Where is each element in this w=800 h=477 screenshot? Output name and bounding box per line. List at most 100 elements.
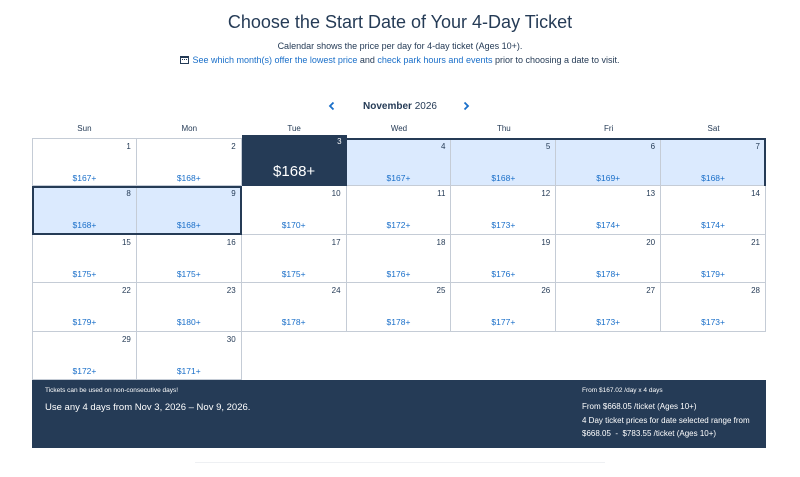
calendar-day-1[interactable]: 1 $167+ — [32, 138, 137, 187]
day-number: 10 — [331, 189, 341, 199]
day-price: $175+ — [281, 268, 306, 279]
calendar-day-14[interactable]: 14 $174+ — [661, 186, 766, 235]
calendar-grid: 1 $167+ 2 $168+ 3 $168+ 4 $167+ 5 $168+ 6 $169+ 7 $16… — [32, 135, 766, 380]
day-number: 29 — [121, 334, 131, 344]
day-number: 28 — [751, 286, 760, 296]
day-price: $171+ — [176, 365, 201, 376]
day-number: 11 — [437, 189, 446, 199]
day-price: $168+ — [701, 173, 725, 183]
day-number: 18 — [436, 237, 446, 247]
range-price-value: $668.05 - $783.55 /ticket (Ages 10+) — [582, 429, 717, 438]
day-number: 4 — [440, 142, 446, 151]
day-number: 13 — [646, 189, 656, 199]
calendar-icon — [180, 56, 190, 64]
calendar-day-8[interactable]: 8 $168+ — [32, 186, 137, 235]
day-number: 24 — [331, 286, 341, 296]
calendar-day-5[interactable]: 5 $168+ — [451, 138, 557, 187]
weekday-wed: Wed — [390, 124, 408, 133]
day-price: $175+ — [176, 268, 201, 279]
calendar-day-29[interactable]: 29 $172+ — [32, 331, 137, 380]
day-price: $173+ — [701, 317, 725, 328]
day-number: 27 — [646, 286, 656, 296]
calendar-day-25[interactable]: 25 $178+ — [346, 283, 452, 332]
calendar-day-21[interactable]: 21 $179+ — [661, 234, 766, 284]
calendar-day-20[interactable]: 20 $178+ — [556, 234, 662, 284]
day-price: $167+ — [72, 173, 97, 183]
page-title: Choose the Start Date of Your 4-Day Tick… — [227, 12, 573, 32]
calendar-day-7[interactable]: 7 $168+ — [661, 138, 766, 187]
day-number: 15 — [121, 237, 131, 247]
calendar-day-19[interactable]: 19 $176+ — [451, 234, 557, 284]
day-number: 8 — [126, 189, 131, 199]
day-price: $175+ — [72, 268, 97, 279]
day-number: 21 — [751, 237, 760, 247]
day-price: $173+ — [596, 317, 621, 328]
weekday-header: Sun Mon Tue Wed Thu Fri Sat — [32, 124, 766, 138]
day-number: 5 — [545, 142, 551, 151]
calendar-day-23[interactable]: 23 $180+ — [136, 283, 242, 332]
day-number: 12 — [541, 189, 551, 199]
day-price: $174+ — [701, 220, 725, 231]
day-number: 26 — [541, 286, 551, 296]
calendar-day-17[interactable]: 17 $175+ — [241, 234, 347, 284]
calendar-day-6[interactable]: 6 $169+ — [556, 138, 662, 187]
after-text: prior to choosing a date to visit. — [492, 55, 620, 65]
range-outline — [32, 232, 242, 235]
calendar-day-3[interactable]: 3 $168+ — [241, 135, 347, 187]
day-number: 6 — [650, 142, 656, 151]
calendar-day-11[interactable]: 11 $172+ — [346, 186, 452, 235]
day-number: 30 — [226, 334, 236, 344]
range-outline — [346, 138, 766, 140]
calendar-day-4[interactable]: 4 $167+ — [346, 138, 452, 187]
weekday-tue: Tue — [287, 124, 301, 133]
day-price: $178+ — [596, 268, 621, 279]
day-price: $179+ — [701, 268, 725, 279]
calendar-day-18[interactable]: 18 $176+ — [346, 234, 452, 284]
month-name: November — [363, 101, 412, 112]
day-price: $178+ — [386, 317, 411, 328]
day-price: $174+ — [596, 220, 621, 231]
range-price-label: 4 Day ticket prices for date selected ra… — [582, 416, 750, 425]
day-price: $168+ — [491, 173, 516, 183]
price-explanation: Calendar shows the price per day for 4-d… — [277, 41, 523, 51]
lowest-price-link[interactable]: See which month(s) offer the lowest pric… — [192, 55, 357, 65]
calendar-day-10[interactable]: 10 $170+ — [241, 186, 347, 235]
calendar-day-16[interactable]: 16 $175+ — [136, 234, 242, 284]
day-price: $179+ — [72, 317, 97, 328]
calendar-day-12[interactable]: 12 $173+ — [451, 186, 557, 235]
month-title: November 2026 — [0, 101, 800, 112]
day-number: 16 — [226, 237, 236, 247]
day-number: 9 — [231, 189, 236, 199]
day-price: $172+ — [72, 365, 97, 376]
day-number: 20 — [646, 237, 656, 247]
day-number: 7 — [755, 142, 760, 151]
calendar-day-26[interactable]: 26 $177+ — [451, 283, 557, 332]
calendar-day-22[interactable]: 22 $179+ — [32, 283, 137, 332]
calendar-day-9[interactable]: 9 $168+ — [136, 186, 242, 235]
helper-links: See which month(s) offer the lowest pric… — [0, 55, 800, 65]
weekday-sat: Sat — [707, 124, 720, 133]
day-price: $168+ — [176, 173, 201, 183]
day-price: $173+ — [491, 220, 516, 231]
day-price: $168+ — [273, 163, 316, 180]
calendar-day-24[interactable]: 24 $178+ — [241, 283, 347, 332]
calendar-day-2[interactable]: 2 $168+ — [136, 138, 242, 187]
day-price: $170+ — [281, 220, 306, 231]
calendar-day-30[interactable]: 30 $171+ — [136, 331, 242, 380]
day-price: $172+ — [386, 220, 411, 231]
park-hours-link[interactable]: check park hours and events — [377, 55, 492, 65]
calendar-day-27[interactable]: 27 $173+ — [556, 283, 662, 332]
day-number: 3 — [337, 137, 342, 146]
day-price: $167+ — [386, 173, 411, 183]
day-number: 25 — [436, 286, 446, 296]
day-price: $168+ — [72, 220, 97, 231]
range-outline — [32, 186, 242, 189]
calendar-day-13[interactable]: 13 $174+ — [556, 186, 662, 235]
calendar-day-15[interactable]: 15 $175+ — [32, 234, 137, 284]
footer-divider — [195, 462, 605, 463]
calendar-day-28[interactable]: 28 $173+ — [661, 283, 766, 332]
ticket-summary: Tickets can be used on non-consecutive d… — [32, 380, 766, 448]
day-price: $176+ — [491, 268, 516, 279]
weekday-mon: Mon — [181, 124, 198, 133]
next-month-button[interactable] — [460, 100, 472, 112]
